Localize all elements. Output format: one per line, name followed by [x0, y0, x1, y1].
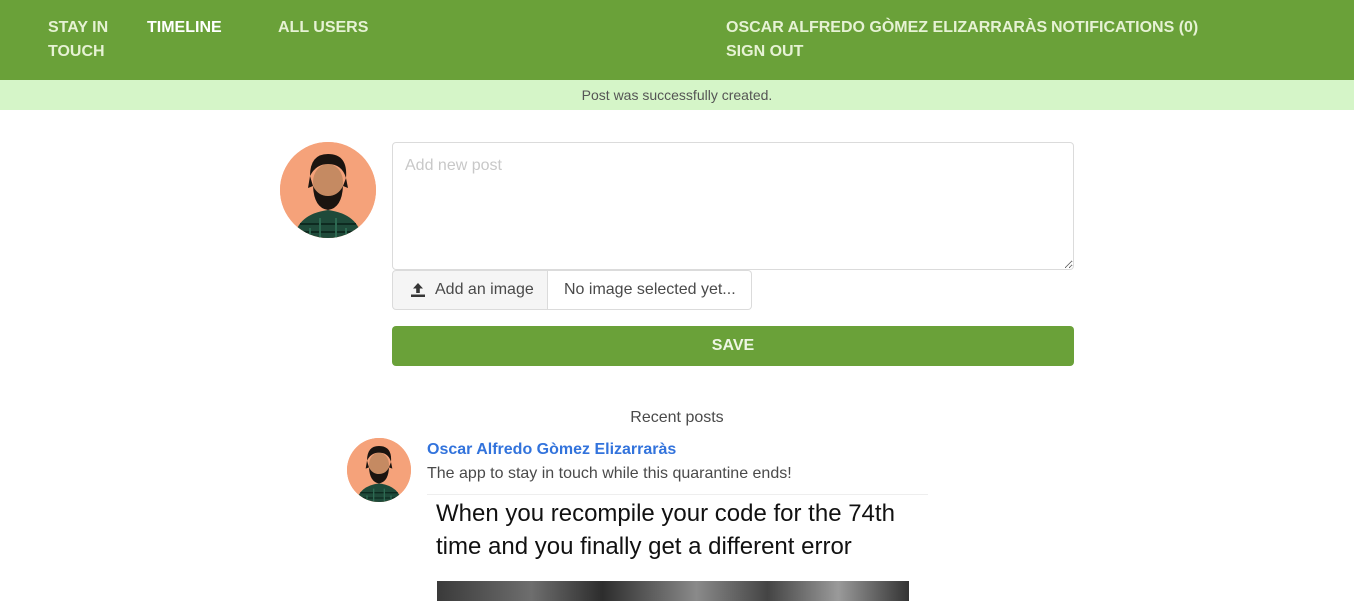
post-author-avatar — [347, 438, 411, 502]
post-author-link[interactable]: Oscar Alfredo Gòmez Elizarraràs — [427, 438, 676, 462]
selected-file-name: No image selected yet... — [547, 270, 752, 310]
meme-photo — [437, 581, 909, 601]
add-image-button[interactable]: Add an image — [392, 270, 548, 310]
post-image: When you recompile your code for the 74t… — [427, 494, 928, 601]
post-body: The app to stay in touch while this quar… — [427, 465, 792, 482]
top-navbar: STAY IN TOUCH TIMELINE ALL USERS OSCAR A… — [0, 0, 1354, 80]
recent-posts-heading: Recent posts — [630, 409, 724, 426]
add-image-label: Add an image — [435, 281, 534, 298]
upload-icon — [409, 281, 427, 299]
sign-out-link[interactable]: SIGN OUT — [726, 40, 803, 64]
brand-link[interactable]: STAY IN TOUCH — [48, 16, 128, 64]
flash-notice: Post was successfully created. — [0, 80, 1354, 110]
avatar-portrait — [280, 142, 376, 238]
meme-caption: When you recompile your code for the 74t… — [436, 500, 895, 560]
new-post-textarea[interactable] — [392, 142, 1074, 270]
nav-timeline[interactable]: TIMELINE — [147, 16, 222, 40]
user-avatar — [280, 142, 376, 238]
nav-user-profile[interactable]: OSCAR ALFREDO GÒMEZ ELIZARRARÀS — [726, 16, 1047, 40]
avatar-portrait — [347, 438, 411, 502]
nav-all-users[interactable]: ALL USERS — [278, 16, 368, 40]
save-button[interactable]: SAVE — [392, 326, 1074, 366]
nav-notifications[interactable]: NOTIFICATIONS (0) — [1051, 16, 1198, 40]
